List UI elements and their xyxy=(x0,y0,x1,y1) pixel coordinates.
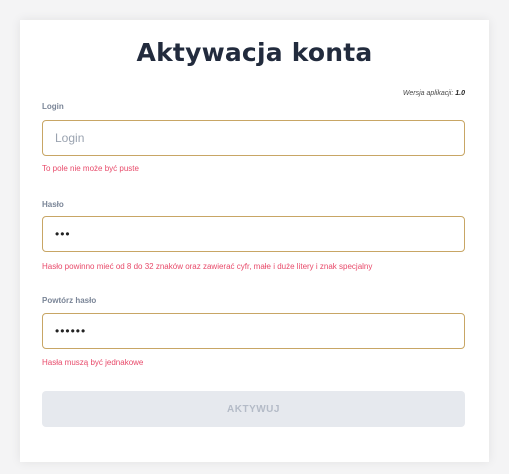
password-label: Hasło xyxy=(42,200,64,209)
activation-card: Aktywacja konta Wersja aplikacji: 1.0 Lo… xyxy=(20,20,489,462)
repeat-password-error: Hasła muszą być jednakowe xyxy=(42,358,144,367)
login-label: Login xyxy=(42,102,64,111)
login-error: To pole nie może być puste xyxy=(42,164,139,173)
password-input[interactable] xyxy=(42,216,465,252)
page-title: Aktywacja konta xyxy=(136,38,373,67)
app-version-value: 1.0 xyxy=(455,90,465,97)
login-input[interactable] xyxy=(42,120,465,156)
repeat-password-label: Powtórz hasło xyxy=(42,296,97,305)
activate-button[interactable]: AKTYWUJ xyxy=(42,391,465,427)
repeat-password-input[interactable] xyxy=(42,313,465,349)
password-error: Hasło powinno mieć od 8 do 32 znaków ora… xyxy=(42,262,373,271)
app-version-label: Wersja aplikacji: xyxy=(402,90,454,97)
app-version: Wersja aplikacji: 1.0 xyxy=(403,90,465,97)
